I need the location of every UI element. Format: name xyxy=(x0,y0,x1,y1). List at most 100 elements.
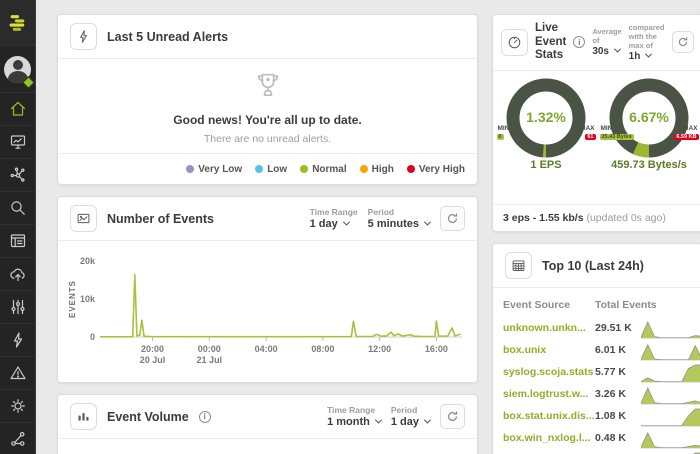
period-select[interactable]: 5 minutes xyxy=(368,218,430,230)
legend-very-low: Very Low xyxy=(186,164,242,175)
event-source-link[interactable]: unknown.unkn... xyxy=(503,322,595,334)
gear-icon xyxy=(9,397,27,415)
event-source-link[interactable]: siem.logtrust.w... xyxy=(503,388,595,400)
gauge-min-value: 0 xyxy=(497,134,504,140)
events-sparkline xyxy=(641,341,700,361)
gauge-max-value: 6.59 KB xyxy=(674,134,698,140)
top10-row: box.stat.unix.dis...1.08 K xyxy=(503,405,700,427)
top10-row: box.unix6.01 K xyxy=(503,339,700,361)
unread-alerts-card: Last 5 Unread Alerts Good news! You're a… xyxy=(57,14,478,185)
alerts-card-title: Last 5 Unread Alerts xyxy=(107,30,228,44)
legend-dot xyxy=(360,165,368,173)
top10-card: Top 10 (Last 24h) Event Source Total Eve… xyxy=(492,243,700,454)
sidebar-item-upload[interactable] xyxy=(0,258,35,291)
legend-dot xyxy=(407,165,415,173)
chart-image-icon xyxy=(70,205,97,232)
gauge-max-value: 61 xyxy=(585,134,595,140)
home-icon xyxy=(9,100,27,118)
events-line-chart: EVENTS010k20k20:0020 Jul00:0021 Jul04:00… xyxy=(66,249,470,375)
alerts-empty-state: Good news! You're all up to date. There … xyxy=(58,59,477,145)
event-source-link[interactable]: box.win_nxlog.l... xyxy=(503,432,595,444)
info-icon[interactable] xyxy=(199,411,211,423)
refresh-icon xyxy=(446,212,459,225)
alerts-card-header: Last 5 Unread Alerts xyxy=(58,15,477,59)
sidebar-item-incidents[interactable] xyxy=(0,357,35,390)
time-range-control: Time Range 1 day xyxy=(310,207,358,230)
gauge-min-label: MIN xyxy=(498,125,510,132)
time-range-select[interactable]: 1 month xyxy=(327,416,381,428)
svg-text:21 Jul: 21 Jul xyxy=(197,355,223,365)
period-select[interactable]: 1 day xyxy=(391,416,430,428)
gauge-current-value: 1 EPS xyxy=(497,159,596,171)
events-card-header: Number of Events Time Range 1 day Period… xyxy=(58,197,477,241)
user-avatar[interactable] xyxy=(0,46,35,93)
dashboard-screen: Last 5 Unread Alerts Good news! You're a… xyxy=(0,0,700,454)
column-event-source: Event Source xyxy=(503,299,595,311)
event-source-link[interactable]: box.unix xyxy=(503,344,595,356)
lightning-icon xyxy=(9,331,27,349)
sidebar-item-dashboard[interactable] xyxy=(0,126,35,159)
compared-with-label: compared with the max of xyxy=(629,23,665,50)
svg-text:20 Jul: 20 Jul xyxy=(140,355,166,365)
refresh-button[interactable] xyxy=(440,404,465,429)
chevron-down-icon xyxy=(645,50,652,57)
period-label: Period xyxy=(368,207,430,217)
time-range-select[interactable]: 1 day xyxy=(310,218,358,230)
gauge-min-value: 25.43 Bytes xyxy=(600,134,634,140)
calendar-grid-icon xyxy=(505,252,532,279)
svg-text:20:00: 20:00 xyxy=(141,344,164,354)
event-source-link[interactable]: box.stat.unix.dis... xyxy=(503,410,595,422)
sidebar-item-tuning[interactable] xyxy=(0,291,35,324)
event-source-link[interactable]: syslog.scoja.stats xyxy=(503,366,595,378)
live-gauge: 6.67%MINMAX25.43 Bytes6.59 KB459.73 Byte… xyxy=(600,78,699,171)
search-icon xyxy=(9,199,27,217)
gauge-percent: 6.67% xyxy=(600,109,699,125)
legend-low: Low xyxy=(255,164,287,175)
top10-row: syslog.scoja.stats5.77 K xyxy=(503,361,700,383)
top10-card-header: Top 10 (Last 24h) xyxy=(493,244,700,288)
sidebar-item-reports[interactable] xyxy=(0,225,35,258)
monitor-icon xyxy=(9,133,27,151)
volume-card-title: Event Volume xyxy=(107,410,189,424)
sidebar-item-share[interactable] xyxy=(0,423,35,454)
svg-text:0: 0 xyxy=(90,332,95,342)
compared-with-select[interactable]: 1h xyxy=(629,51,665,62)
chevron-down-icon xyxy=(614,46,621,53)
events-sparkline xyxy=(641,363,700,383)
legend-dot xyxy=(300,165,308,173)
compared-with-control: compared with the max of 1h xyxy=(629,23,665,62)
live-card-header: Live Event Stats Average of 30s compared… xyxy=(493,15,700,71)
events-card-title: Number of Events xyxy=(107,212,214,226)
live-stats-footer: 3 eps - 1.55 kb/s (updated 0s ago) xyxy=(493,204,700,231)
sidebar-item-alerts[interactable] xyxy=(0,324,35,357)
report-icon xyxy=(9,232,27,250)
top10-row: siem.logtrust.w...3.26 K xyxy=(503,383,700,405)
period-control: Period 1 day xyxy=(391,405,430,428)
refresh-button[interactable] xyxy=(672,31,694,53)
legend-very-high: Very High xyxy=(407,164,465,175)
live-gauge: 1.32%MINMAX0611 EPS xyxy=(497,78,596,171)
sidebar-item-settings[interactable] xyxy=(0,390,35,423)
average-of-label: Average of xyxy=(592,27,621,45)
svg-text:EVENTS: EVENTS xyxy=(68,280,77,318)
bar-chart-icon xyxy=(70,403,97,430)
info-icon[interactable] xyxy=(573,36,585,48)
total-events-value: 0.48 K xyxy=(595,432,641,444)
live-updated-ago: (updated 0s ago) xyxy=(586,212,665,224)
chevron-down-icon xyxy=(424,218,431,225)
sidebar-item-topology[interactable] xyxy=(0,159,35,192)
sidebar-item-home[interactable] xyxy=(0,93,35,126)
sidebar-item-search[interactable] xyxy=(0,192,35,225)
logo-icon xyxy=(7,13,29,33)
average-of-select[interactable]: 30s xyxy=(592,46,621,57)
alerts-empty-title: Good news! You're all up to date. xyxy=(58,113,477,127)
sidebar-nav xyxy=(0,93,35,454)
chevron-down-icon xyxy=(375,416,382,423)
warning-icon xyxy=(9,364,27,382)
app-logo[interactable] xyxy=(0,0,35,46)
refresh-button[interactable] xyxy=(440,206,465,231)
refresh-icon xyxy=(446,410,459,423)
live-gauges: 1.32%MINMAX0611 EPS6.67%MINMAX25.43 Byte… xyxy=(493,71,700,171)
legend-dot xyxy=(186,165,194,173)
top10-table: Event Source Total Events unknown.unkn..… xyxy=(493,288,700,454)
